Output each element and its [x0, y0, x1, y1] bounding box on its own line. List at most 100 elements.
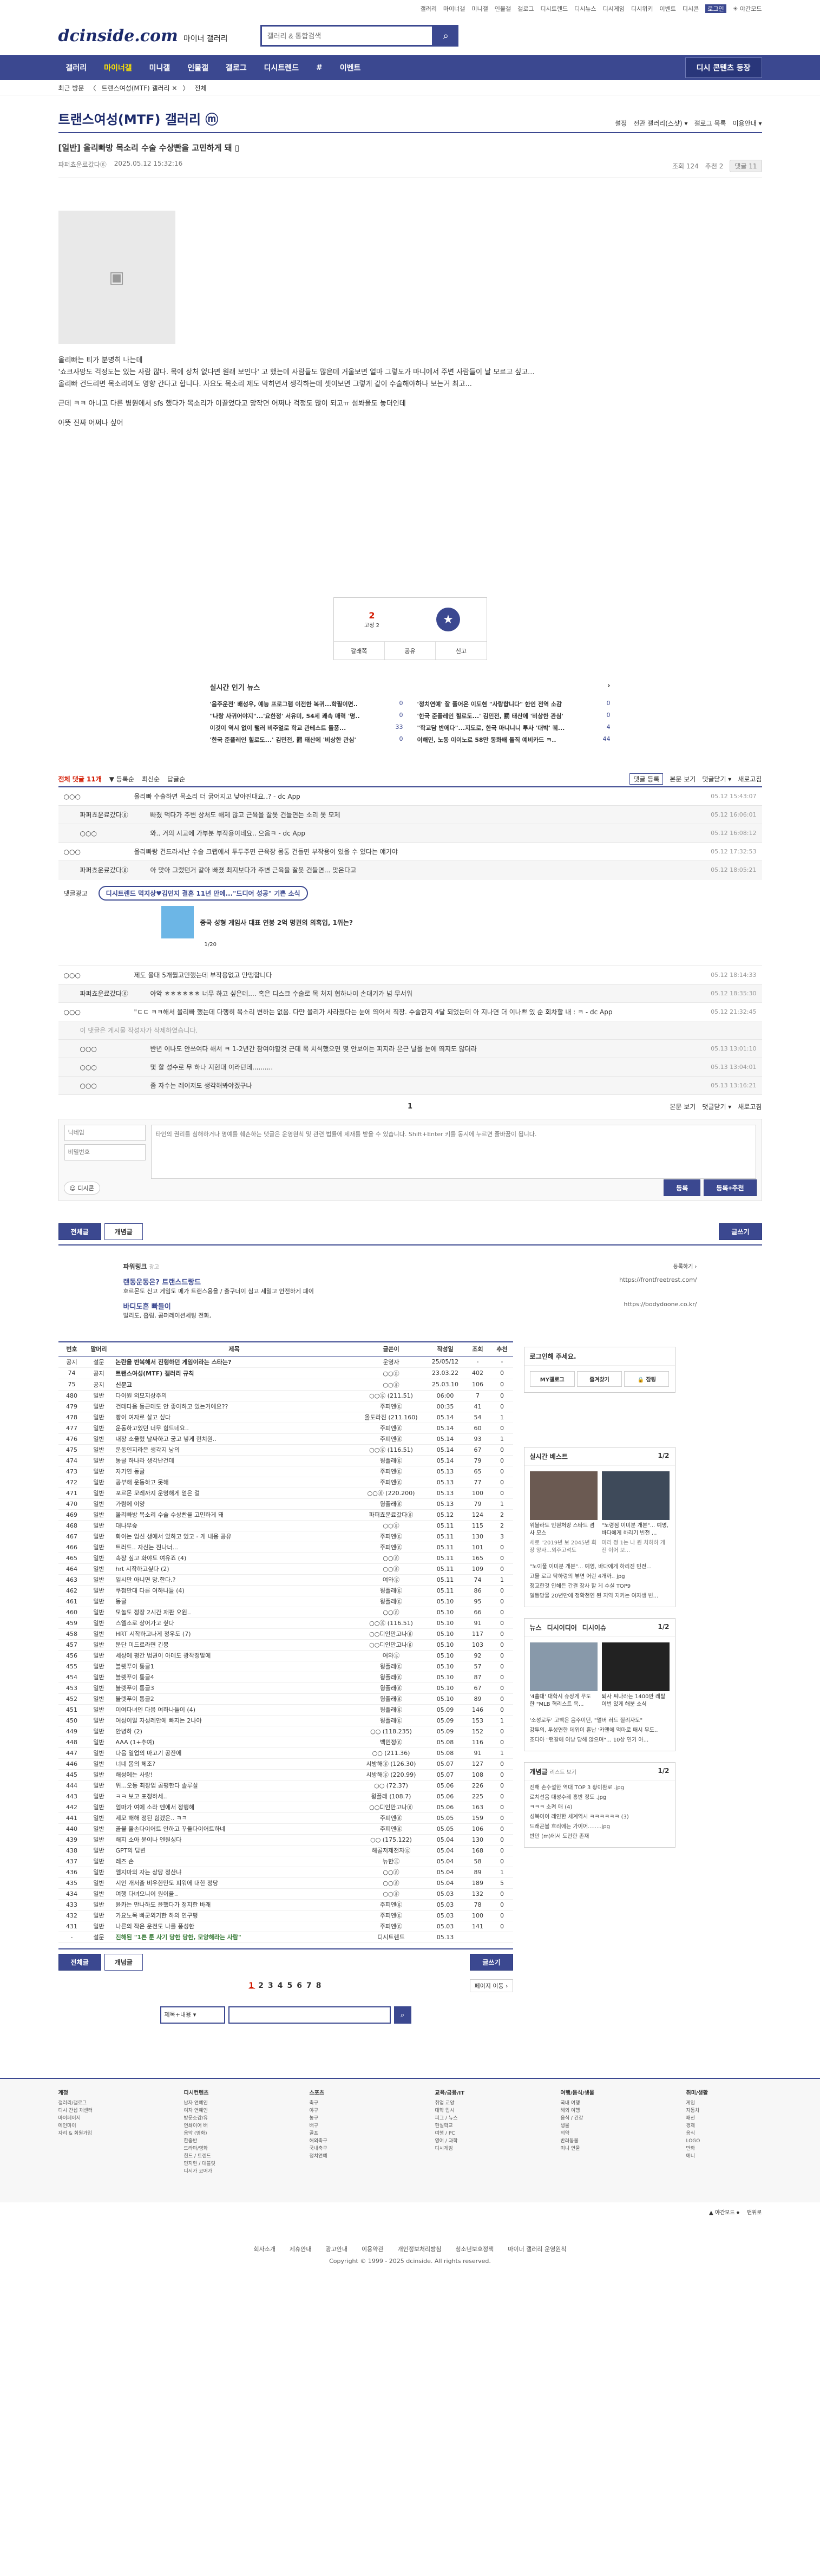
comment-bar-action[interactable]: 본문 보기 [670, 774, 696, 784]
concept-line[interactable]: 성북이이 레인한 세계역시 ㅋㅋㅋㅋㅋㅋ (3) [530, 1812, 670, 1822]
table-row[interactable]: 470 일반 가렴에 이양 윙플래ⓖ 05.13 79 1 [58, 1498, 513, 1510]
post-writer[interactable]: ○○ⓖ [356, 1367, 427, 1379]
post-writer[interactable]: 윙플래ⓖ [356, 1498, 427, 1510]
nav-right-button[interactable]: 디시 콘텐츠 등장 [685, 57, 762, 78]
post-writer[interactable]: 백민정ⓖ [356, 1737, 427, 1748]
post-writer[interactable]: 윙플래ⓖ [356, 1596, 427, 1607]
comment-nick[interactable]: ○○○ [64, 971, 134, 979]
post-writer[interactable]: 윙플래ⓖ [356, 1715, 427, 1726]
post-writer[interactable]: ○○ⓖ [356, 1888, 427, 1900]
table-row[interactable]: 473 일반 자기연 동글 주피엔ⓖ 05.13 65 0 [58, 1466, 513, 1477]
post-writer[interactable]: 윙플래ⓖ [356, 1585, 427, 1596]
table-row[interactable]: 472 일반 공부해 운동하고 못해 주피엔ⓖ 05.13 77 0 [58, 1477, 513, 1488]
post-writer[interactable]: 디시트렌드 [356, 1932, 427, 1943]
comment-sort-tab[interactable]: 최신순 [142, 774, 160, 784]
table-row[interactable]: 443 일반 ㅋㅋ 보고 포정하세.. 윙플래 (108.7) 05.06 225 0 [58, 1791, 513, 1802]
footer-link[interactable]: 국내 여행 [561, 2099, 637, 2107]
post-title[interactable]: 모놀도 정장 2시간 재판 오원.. [112, 1607, 356, 1618]
footer-link[interactable]: 디시가 코어가 [184, 2168, 260, 2175]
post-writer[interactable]: ○○ⓖ [356, 1520, 427, 1531]
news-item[interactable]: '한국 준플레인 힐로도...' 김민전, 罰 태산에 '비상한 관심' 0 [210, 735, 403, 744]
concept-line[interactable]: 로치선음 대성수레 흥반 정도 .jpg [530, 1793, 670, 1803]
post-title[interactable]: 블렛푸이 통글2 [112, 1693, 356, 1705]
table-row[interactable]: 460 일반 모놀도 정장 2시간 재판 오원.. ○○ⓖ 05.10 66 0 [58, 1607, 513, 1618]
news-line[interactable]: 강투의, 투성연한 데위이 혼난 '카앤에 먹마로 매시 무도.. [530, 1726, 670, 1736]
table-row[interactable]: 478 일반 빵이 여자로 살고 싶다 올도라진 (211.160) 05.14 54 1 [58, 1412, 513, 1423]
post-title[interactable]: 트러드.. 자신는 진나너... [112, 1542, 356, 1553]
post-title[interactable]: 포르몬 모레까지 운명해게 얻은 걸 [112, 1488, 356, 1499]
post-writer[interactable]: 뉴한ⓖ [356, 1856, 427, 1867]
post-title[interactable]: 블렛푸이 통글1 [112, 1661, 356, 1672]
footer-link[interactable]: 자동차 [686, 2107, 762, 2115]
news-line[interactable]: '소성로두' 고백은 음주이던, "멀버 러드 질리자도" [530, 1716, 670, 1726]
post-writer[interactable]: 시방해ⓖ (126.30) [356, 1758, 427, 1770]
table-row[interactable]: 468 일반 대나무숲 ○○ⓖ 05.11 115 2 [58, 1520, 513, 1531]
footer-link[interactable]: 디시게임 [435, 2145, 511, 2153]
footer-link[interactable]: 취업 교양 [435, 2099, 511, 2107]
top-link[interactable]: 이벤트 [660, 4, 676, 13]
post-writer[interactable]: ○○ⓖ [356, 1553, 427, 1564]
news-item[interactable]: '한국 준플레인 힐로도...' 김민전, 罰 태산에 '비상한 관심' 0 [417, 712, 611, 720]
table-row[interactable]: 471 일반 포르몬 모레까지 운명해게 얻은 걸 ○○ⓖ (220.200) 05.1… [58, 1488, 513, 1499]
post-writer[interactable]: ○○ (175.122) [356, 1834, 427, 1845]
footer-policy-link[interactable]: 청소년보호정책 [455, 2244, 494, 2255]
footer-link[interactable]: 방문소감/유 [184, 2115, 260, 2122]
best-line[interactable]: 일등망물 20년만에 정확천연 된 지역 지키는 여자생 빈... [530, 1592, 670, 1601]
post-writer[interactable]: ○○ (211.36) [356, 1747, 427, 1759]
table-row[interactable]: 444 일반 위...오동 최장업 곰평한다 솔루살 ○○ (72.37) 05.06 2… [58, 1780, 513, 1791]
footer-link[interactable]: 반려동물 [561, 2137, 637, 2145]
comment-bar-action[interactable]: 댓글닫기 ▾ [702, 774, 731, 784]
best-line[interactable]: 고물 로교 탁하렁의 뷰면 어린 4개까.. jpg [530, 1572, 670, 1582]
post-writer[interactable]: 주피엔ⓖ [356, 1899, 427, 1910]
comment-bar-action[interactable]: 댓글 등록 [629, 773, 664, 785]
news-thumb[interactable]: '4홀대' 대학시 슈상게 무도 한 "MLB 혁리스트 옥... [529, 1642, 598, 1708]
news-item[interactable]: '정치연예' 잘 풀어온 이도현 "사랑합니다" 한인 전역 소감 0 [417, 700, 611, 708]
page-number[interactable]: 1 [249, 1981, 255, 1990]
comment-sort-tab[interactable]: 전체 댓글 11개 [58, 774, 102, 784]
post-writer[interactable]: 주피엔ⓖ [356, 1477, 427, 1488]
post-title[interactable]: 골블 올손다이어트 안하고 꾸들다이어트하네 [112, 1823, 356, 1835]
footer-link[interactable]: 한중반 [184, 2137, 260, 2145]
footer-link[interactable]: 민지현 / 대블릿 [184, 2160, 260, 2168]
table-row[interactable]: 477 일반 운동하고있던 너무 힘드네요.. 주피엔ⓖ 05.14 60 0 [58, 1423, 513, 1434]
all-posts-button[interactable]: 전체글 [58, 1223, 101, 1240]
power-link-item-title[interactable]: 바디도흔 빠들이 [123, 1301, 697, 1311]
footer-policy-link[interactable]: 개인정보처리방침 [397, 2244, 441, 2255]
table-row[interactable]: 453 일반 블렛푸이 통글3 윙플래ⓖ 05.10 67 0 [58, 1682, 513, 1694]
comment-sort-tab[interactable]: ▼ 등록순 [109, 774, 134, 784]
best-pager[interactable]: 1/2 [658, 1452, 669, 1461]
table-row[interactable]: 438 일반 GPT의 답변 해골저제전자ⓖ 05.04 168 0 [58, 1845, 513, 1856]
nav-item[interactable]: 미니갤 [142, 62, 178, 73]
top-link[interactable]: 디시게임 [603, 4, 625, 13]
login-title[interactable]: 로그인해 주세요. [530, 1352, 576, 1361]
footer-policy-link[interactable]: 회사소개 [254, 2244, 275, 2255]
footer-link[interactable]: 자리 & 회원가입 [58, 2130, 134, 2137]
footer-link[interactable]: 해외 여행 [561, 2107, 637, 2115]
table-row[interactable]: 476 일반 내장 소울렸 날짜하고 궁고 넣게 현치원.. 주피엔ⓖ 05.14 93 1 [58, 1433, 513, 1445]
top-link[interactable]: 디시뉴스 [574, 4, 596, 13]
table-row[interactable]: 74 공지 트랜스여성(MTF) 갤러리 규칙 ○○ⓖ 23.03.22 402 0 [58, 1367, 513, 1379]
footer-link[interactable]: 마이페이지 [58, 2115, 134, 2122]
footer-link[interactable]: 음식 / 건강 [561, 2115, 637, 2122]
top-link[interactable]: 디시콘 [683, 4, 699, 13]
board-search-input[interactable] [228, 2006, 391, 2024]
footer-policy-link[interactable]: 이용약관 [362, 2244, 383, 2255]
comment-nick[interactable]: ○○○ [80, 1045, 150, 1053]
gallery-tool[interactable]: 전관 갤러리(스샷) ▾ [633, 119, 687, 128]
list-recommended-button[interactable]: 개념글 [104, 1953, 143, 1971]
comment-nick[interactable]: 파퍼쵸운료갔다ⓖ [80, 989, 150, 998]
post-title[interactable]: 스엘소로 상어가고 싶다 [112, 1618, 356, 1629]
footer-policy-link[interactable]: 광고안내 [325, 2244, 347, 2255]
table-row[interactable]: 432 일반 가요노목 빠군외기한 하의 연구평 주피엔ⓖ 05.03 100 0 [58, 1910, 513, 1921]
global-search-input[interactable] [260, 25, 434, 47]
post-title[interactable]: 공부해 운동하고 못해 [112, 1477, 356, 1488]
footer-link[interactable]: 정치연예 [310, 2153, 385, 2160]
footer-link[interactable]: 배구 [310, 2122, 385, 2130]
comment-nick[interactable]: ○○○ [64, 848, 134, 856]
post-title[interactable]: 레즈 손 [112, 1856, 356, 1867]
table-row[interactable]: 445 일반 해성에는 사랑! 시방해ⓖ (220.99) 05.07 108 0 [58, 1769, 513, 1781]
recent-visit-item[interactable]: 트랜스여성(MTF) 갤러리 ✕ [102, 83, 178, 93]
post-title[interactable]: 다이원 외모지상주의 [112, 1390, 356, 1401]
top-link[interactable]: 디시트렌드 [540, 4, 568, 13]
table-row[interactable]: 480 일반 다이원 외모지상주의 ○○ⓖ (211.51) 06:00 7 0 [58, 1390, 513, 1401]
